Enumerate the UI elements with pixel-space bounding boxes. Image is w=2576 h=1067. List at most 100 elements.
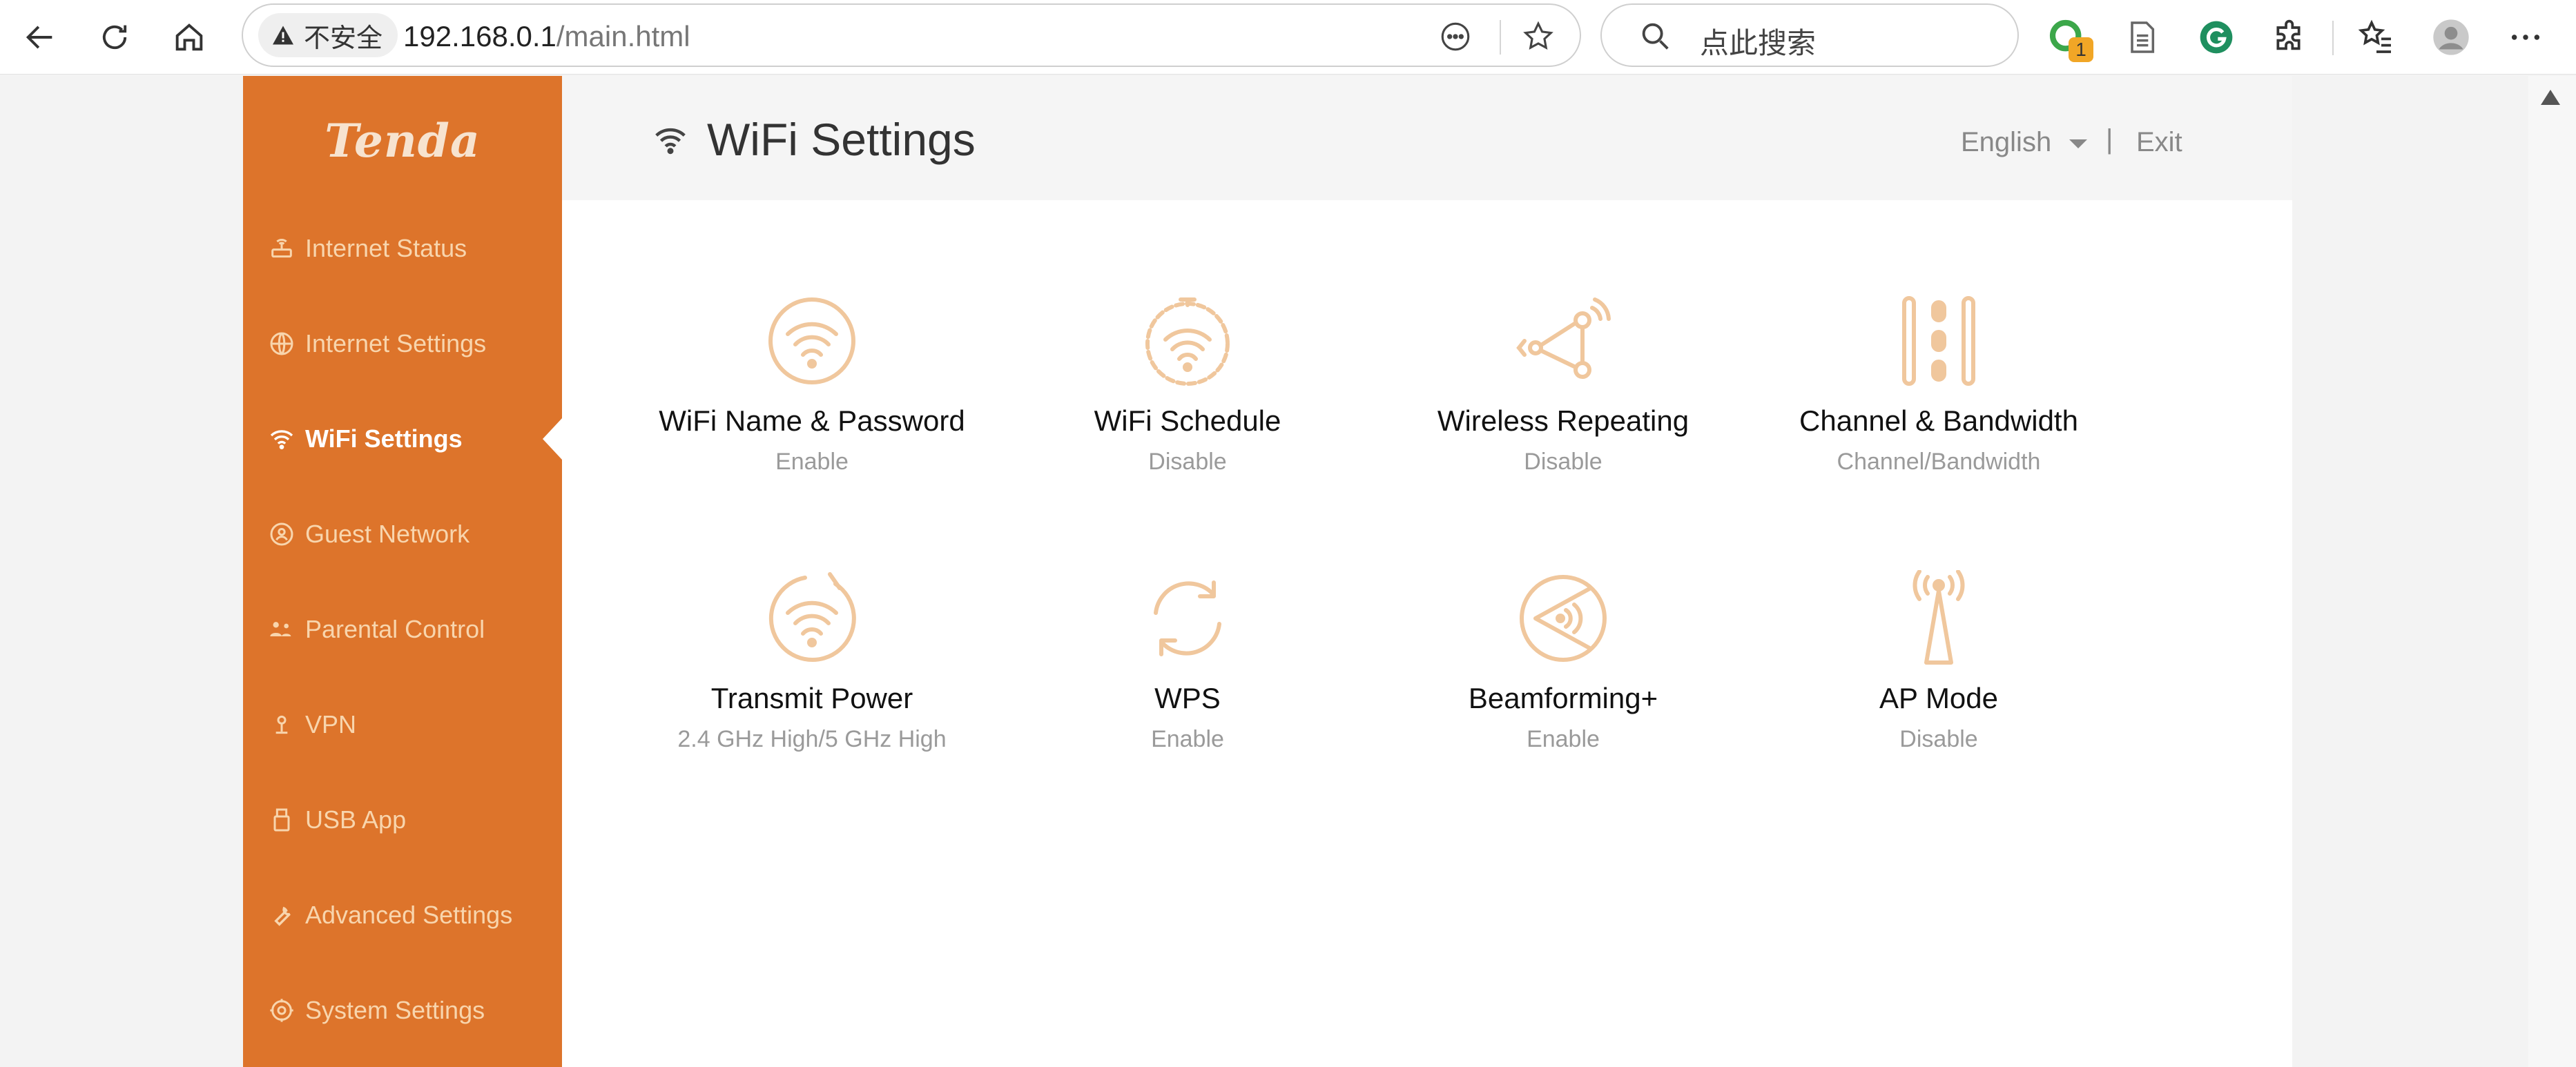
browser-toolbar: 不安全 192.168.0.1/main.html 点此搜索 1 (0, 0, 2576, 75)
scroll-up-arrow-icon[interactable] (2541, 90, 2560, 105)
page-title: WiFi Settings (707, 114, 976, 165)
favorites-button[interactable] (2349, 10, 2404, 65)
sidebar-item-guest-network[interactable]: Guest Network (243, 500, 562, 569)
puzzle-icon (2276, 19, 2301, 50)
sidebar-item-label: VPN (305, 710, 357, 738)
exit-link[interactable]: Exit (2136, 127, 2182, 158)
card-title: WiFi Name & Password (659, 404, 965, 437)
wifi-icon (267, 424, 297, 454)
sidebar-item-advanced-settings[interactable]: Advanced Settings (243, 881, 562, 950)
wrench-icon (267, 900, 297, 930)
sidebar: Tenda Internet Status Internet Settings … (243, 76, 562, 1067)
sidebar-item-system-settings[interactable]: System Settings (243, 976, 562, 1045)
card-ap-mode[interactable]: AP Mode Disable (1759, 569, 2118, 777)
extension-button-2[interactable] (2114, 10, 2169, 65)
page-scrollbar[interactable] (2528, 76, 2576, 1067)
sidebar-item-vpn[interactable]: VPN (243, 690, 562, 759)
security-label: 不安全 (304, 23, 383, 53)
vpn-icon (267, 709, 297, 740)
card-title: WPS (1154, 682, 1221, 714)
sidebar-item-label: Advanced Settings (305, 901, 513, 929)
sidebar-item-internet-settings[interactable]: Internet Settings (243, 309, 562, 378)
router-icon (267, 233, 297, 264)
usb-icon (267, 805, 297, 835)
beamforming-icon (1515, 570, 1611, 667)
card-title: Transmit Power (710, 682, 913, 714)
sidebar-item-wifi-settings[interactable]: WiFi Settings (243, 404, 562, 473)
card-transmit-power[interactable]: Transmit Power 2.4 GHz High/5 GHz High (632, 570, 991, 777)
url-host: 192.168.0.1 (403, 20, 556, 52)
search-icon (1642, 23, 1669, 50)
url-path: /main.html (556, 20, 690, 52)
profile-button[interactable] (2423, 10, 2479, 65)
wifi-title-icon (655, 128, 686, 155)
back-button[interactable] (12, 10, 68, 65)
back-arrow-icon (26, 26, 52, 49)
favorites-list-icon (2358, 19, 2391, 53)
card-wifi-schedule[interactable]: WiFi Schedule Disable (1008, 293, 1367, 500)
main-header: WiFi Settings English | Exit (562, 76, 2292, 200)
card-status: Enable (775, 449, 849, 475)
card-channel-bandwidth[interactable]: Channel & Bandwidth Channel/Bandwidth (1759, 293, 2118, 500)
language-selector[interactable]: English (1961, 127, 2088, 158)
toolbar-divider (2332, 21, 2334, 55)
more-menu-button[interactable] (2498, 10, 2553, 65)
settings-panel: WiFi Name & Password Enable WiFi Schedul… (562, 200, 2292, 1067)
card-status: Disable (1148, 449, 1227, 475)
grammarly-icon (2200, 21, 2233, 54)
search-placeholder: 点此搜索 (1700, 27, 1817, 59)
extension-badge: 1 (2069, 37, 2093, 62)
wps-icon (1139, 570, 1236, 667)
card-status: Disable (1524, 449, 1602, 475)
card-title: WiFi Schedule (1094, 404, 1281, 437)
sidebar-item-internet-status[interactable]: Internet Status (243, 214, 562, 283)
url-text[interactable]: 192.168.0.1/main.html (403, 20, 690, 53)
globe-icon (267, 329, 297, 359)
card-wps[interactable]: WPS Enable (1008, 570, 1367, 777)
refresh-button[interactable] (87, 10, 142, 65)
card-wifi-name-password[interactable]: WiFi Name & Password Enable (632, 293, 991, 500)
address-bar[interactable]: 不安全 192.168.0.1/main.html (242, 3, 1581, 67)
power-wifi-icon (764, 570, 860, 667)
extensions-button[interactable] (2263, 10, 2318, 65)
sidebar-item-label: System Settings (305, 996, 485, 1024)
reader-options-button[interactable] (1435, 16, 1476, 57)
card-beamforming[interactable]: Beamforming+ Enable (1384, 570, 1743, 777)
sidebar-item-label: WiFi Settings (305, 424, 463, 453)
sidebar-item-usb-app[interactable]: USB App (243, 785, 562, 854)
channel-icon (1890, 293, 1987, 389)
gear-icon (267, 995, 297, 1026)
extension-button-1[interactable]: 1 (2040, 10, 2095, 65)
more-dots-icon (2511, 35, 2540, 40)
security-indicator[interactable]: 不安全 (258, 13, 398, 57)
antenna-icon (1890, 569, 1987, 667)
wifi-timer-icon (1139, 293, 1236, 389)
avatar-icon (2433, 19, 2469, 55)
repeater-icon (1515, 293, 1611, 389)
card-title: Channel & Bandwidth (1799, 404, 2078, 437)
home-button[interactable] (162, 10, 217, 65)
card-title: AP Mode (1879, 682, 1998, 714)
favorite-button[interactable] (1518, 16, 1559, 57)
card-status: Disable (1899, 726, 1978, 752)
header-separator: | (2106, 124, 2113, 155)
card-title: Beamforming+ (1468, 682, 1658, 714)
more-circle-icon (1441, 22, 1470, 51)
card-status: Enable (1527, 726, 1600, 752)
sidebar-item-parental-control[interactable]: Parental Control (243, 595, 562, 664)
card-wireless-repeating[interactable]: Wireless Repeating Disable (1384, 293, 1743, 500)
grammarly-button[interactable] (2189, 10, 2244, 65)
active-indicator (543, 418, 562, 460)
browser-search-box[interactable]: 点此搜索 (1600, 3, 2019, 67)
language-label: English (1961, 127, 2052, 157)
card-status: 2.4 GHz High/5 GHz High (677, 726, 947, 752)
sidebar-item-label: USB App (305, 805, 407, 834)
sidebar-item-label: Parental Control (305, 615, 485, 643)
card-status: Channel/Bandwidth (1837, 449, 2041, 475)
tenda-logo: Tenda (325, 114, 481, 168)
chevron-down-icon (2069, 139, 2088, 148)
sidebar-item-label: Internet Status (305, 234, 467, 262)
star-icon (1523, 21, 1553, 50)
wifi-circle-icon (764, 293, 860, 389)
address-divider (1500, 20, 1501, 55)
